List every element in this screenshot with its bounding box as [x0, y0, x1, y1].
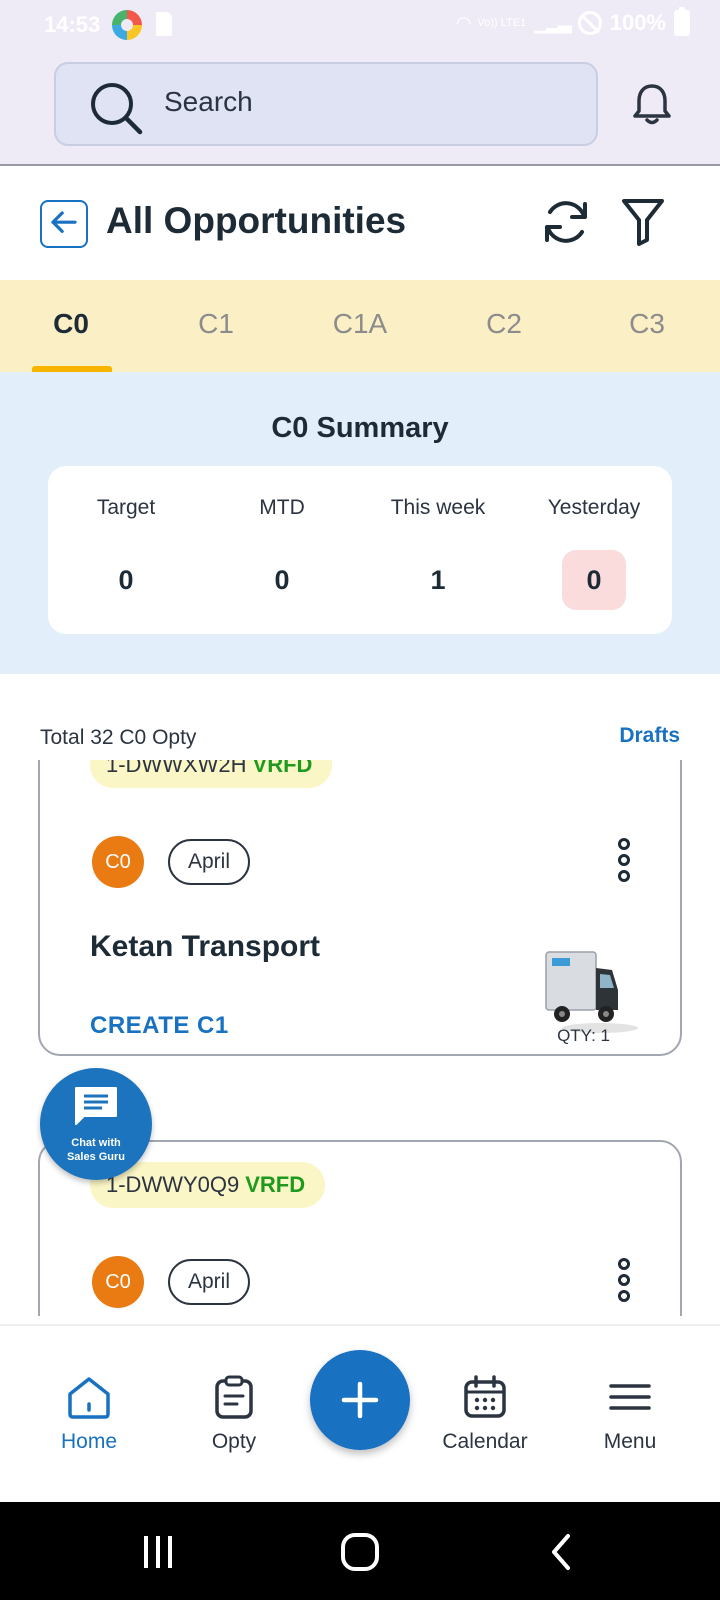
- month-chip: April: [168, 1259, 251, 1305]
- wifi-icon: ◠: [455, 12, 472, 33]
- stage-tabs: C0 C1 C1A C2 C3: [0, 280, 720, 372]
- add-button[interactable]: [310, 1350, 410, 1450]
- calendar-icon: [464, 1375, 506, 1418]
- nav-menu[interactable]: Menu: [565, 1374, 695, 1454]
- customer-name: Ketan Transport: [90, 930, 321, 963]
- status-bar: 14:53 ◠ Vo)) LTE1 ▁▂▃ 100%: [0, 0, 720, 50]
- nav-label: Menu: [603, 1430, 657, 1453]
- filter-icon[interactable]: [620, 196, 666, 248]
- stat-label: This week: [390, 496, 486, 519]
- create-c1-button[interactable]: CREATE C1: [90, 1012, 229, 1040]
- summary-title: C0 Summary: [271, 412, 449, 444]
- page-title: All Opportunities: [106, 200, 407, 241]
- summary-section: C0 Summary Target 0 MTD 0 This week 1 Ye…: [0, 372, 720, 674]
- status-right: ◠ Vo)) LTE1 ▁▂▃ 100%: [455, 7, 690, 36]
- chat-label: Chat with Sales Guru: [40, 1136, 152, 1164]
- summary-card: Target 0 MTD 0 This week 1 Yesterday 0: [48, 466, 672, 634]
- month-chip: April: [168, 839, 251, 885]
- chat-label-line2: Sales Guru: [66, 1151, 126, 1163]
- status-time: 14:53: [44, 12, 101, 37]
- tab-c1a[interactable]: C1A: [315, 308, 405, 340]
- back-system-icon[interactable]: [546, 1530, 576, 1574]
- chrome-icon: [112, 10, 142, 40]
- tab-c2[interactable]: C2: [459, 308, 549, 340]
- more-options-icon[interactable]: [618, 838, 632, 882]
- opportunity-card[interactable]: 1-DWWY0Q9 VRFD C0 April: [38, 1140, 682, 1316]
- bell-icon[interactable]: [630, 82, 674, 126]
- quantity-label: QTY: 1: [557, 1026, 610, 1045]
- search-icon: [91, 83, 143, 135]
- dnd-icon: [577, 11, 602, 35]
- battery-icon: [674, 7, 690, 36]
- stat-label: MTD: [259, 496, 305, 519]
- more-options-icon[interactable]: [618, 1258, 632, 1302]
- nav-opty[interactable]: Opty: [169, 1374, 299, 1454]
- home-system-icon[interactable]: [338, 1530, 382, 1574]
- drafts-link[interactable]: Drafts: [619, 724, 680, 748]
- sim-icon: [156, 12, 172, 36]
- nav-home[interactable]: Home: [24, 1374, 154, 1454]
- arrow-left-icon: [51, 211, 77, 233]
- stat-label: Yesterday: [547, 496, 641, 519]
- stat-value: 0: [118, 565, 134, 595]
- chat-icon: [75, 1087, 117, 1125]
- app-header: 14:53 ◠ Vo)) LTE1 ▁▂▃ 100% Search: [0, 0, 720, 166]
- stat-yesterday: Yesterday 0: [516, 496, 672, 610]
- stat-value: 1: [430, 565, 446, 595]
- tab-c3[interactable]: C3: [602, 308, 692, 340]
- stat-label: Target: [96, 496, 156, 519]
- stat-mtd: MTD 0: [204, 496, 360, 610]
- plus-icon: [341, 1381, 379, 1419]
- menu-icon: [609, 1384, 651, 1410]
- home-icon: [68, 1377, 110, 1419]
- nav-label: Opty: [211, 1430, 257, 1453]
- system-nav-bar: [0, 1502, 720, 1600]
- stat-this-week: This week 1: [360, 496, 516, 610]
- stat-value: 0: [562, 550, 626, 610]
- truck-icon: [545, 951, 638, 1033]
- chat-sales-guru-button[interactable]: Chat with Sales Guru: [40, 1068, 152, 1180]
- total-count: Total 32 C0 Opty: [40, 726, 197, 749]
- battery-percent: 100%: [609, 10, 666, 35]
- opty-id: 1-DWWXW2H: [106, 760, 247, 777]
- refresh-icon[interactable]: [540, 196, 592, 248]
- verified-status: VRFD: [252, 760, 313, 777]
- opty-id-pill: 1-DWWXW2H VRFD: [90, 760, 333, 788]
- search-placeholder: Search: [164, 86, 253, 117]
- nav-calendar[interactable]: Calendar: [420, 1374, 550, 1454]
- chat-label-line1: Chat with: [71, 1137, 121, 1149]
- stat-target: Target 0: [48, 496, 204, 610]
- signal-icon: ▁▂▃: [534, 12, 572, 33]
- nav-label: Home: [60, 1430, 118, 1453]
- search-input[interactable]: Search: [54, 62, 598, 146]
- nav-label: Calendar: [442, 1430, 528, 1453]
- recent-apps-icon[interactable]: [140, 1532, 180, 1572]
- opportunity-card[interactable]: 1-DWWXW2H VRFD C0 April Ketan Transport C…: [38, 760, 682, 1056]
- opportunity-list[interactable]: 1-DWWXW2H VRFD C0 April Ketan Transport C…: [0, 760, 720, 1316]
- network-label: Vo)) LTE1: [477, 16, 527, 29]
- stage-badge: C0: [92, 1256, 144, 1308]
- clipboard-icon: [215, 1375, 253, 1419]
- tab-c1[interactable]: C1: [171, 308, 261, 340]
- verified-status: VRFD: [245, 1172, 306, 1197]
- back-button[interactable]: [40, 200, 88, 248]
- title-row: All Opportunities: [0, 166, 720, 280]
- stage-badge: C0: [92, 836, 144, 888]
- opty-id: 1-DWWY0Q9: [106, 1172, 240, 1197]
- tab-c0[interactable]: C0: [26, 308, 116, 340]
- stat-value: 0: [274, 565, 290, 595]
- bottom-nav: Home Opty Calendar Menu: [0, 1324, 720, 1502]
